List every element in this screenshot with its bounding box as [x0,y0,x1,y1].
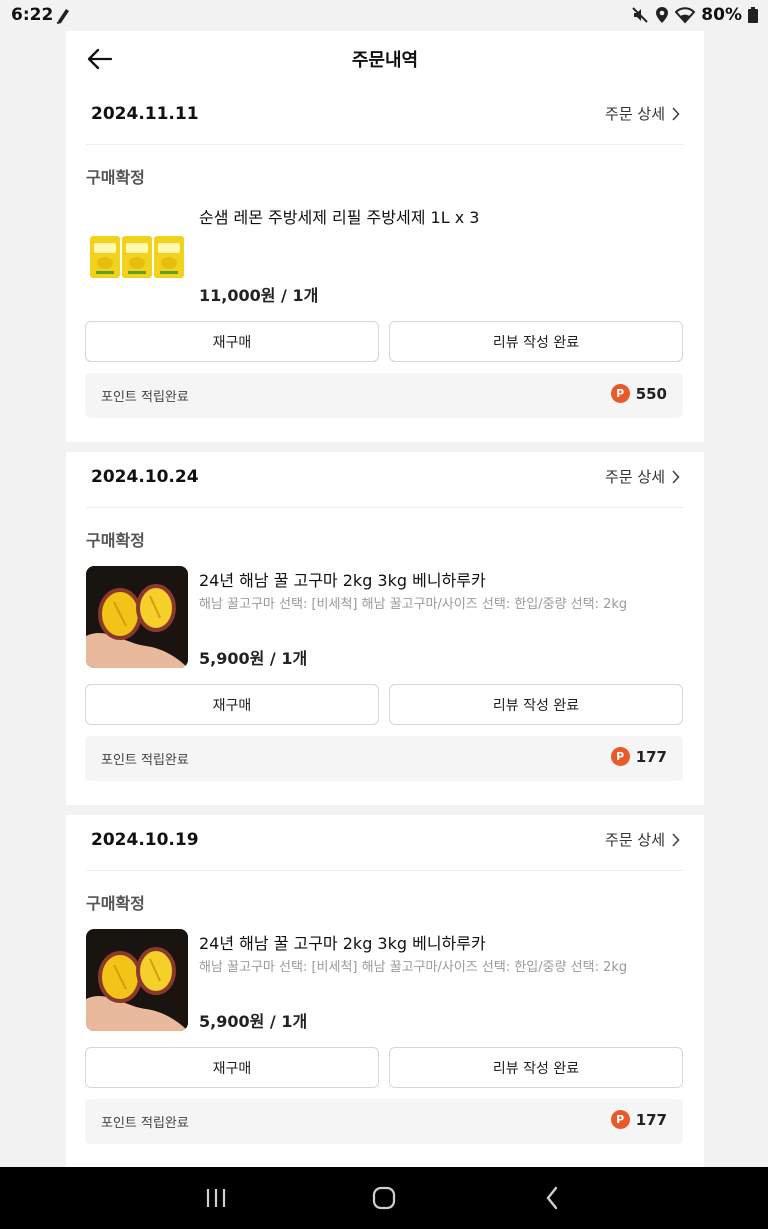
order-detail-label: 주문 상세 [605,468,665,486]
order-detail-label: 주문 상세 [605,831,665,849]
home-button[interactable] [369,1185,399,1211]
battery-percent: 80% [701,5,742,25]
rebuy-button[interactable]: 재구매 [85,684,379,725]
product-name[interactable]: 순샘 레몬 주방세제 리필 주방세제 1L x 3 [199,204,479,228]
order-date: 2024.11.11 [91,104,199,124]
points-amount: P 550 [610,384,667,403]
point-coin-icon: P [610,747,630,766]
points-label: 포인트 적립완료 [101,753,189,768]
points-amount: P 177 [610,1110,667,1129]
battery-icon [748,7,758,23]
order-header: 2024.10.19 주문 상세 [86,815,684,871]
status-icons: 80% [631,4,758,26]
recent-apps-button[interactable] [201,1185,231,1211]
product-option: 해남 꿀고구마 선택: [비세척] 해남 꿀고구마/사이즈 선택: 한입/중량 … [199,597,628,612]
points-value: 550 [635,384,667,403]
nav-back-icon [546,1186,558,1210]
location-icon [655,6,669,24]
points-value: 177 [635,747,667,766]
points-amount: P 177 [610,747,667,766]
notification-pen-icon [55,6,71,24]
order-detail-link[interactable]: 주문 상세 [605,466,680,487]
points-value: 177 [635,1110,667,1129]
order-status: 구매확정 [86,894,145,913]
points-label: 포인트 적립완료 [101,1116,189,1131]
chevron-right-icon [672,832,680,847]
status-bar: 6:22 80% [0,0,768,31]
points-label: 포인트 적립완료 [101,390,189,405]
order-header: 2024.10.24 주문 상세 [86,452,684,508]
chevron-right-icon [672,469,680,484]
order-history-page: 주문내역 2024.11.11 주문 상세 구매확정 순샘 레몬 주방세제 리필… [66,31,704,1167]
page-title: 주문내역 [351,50,419,71]
points-bar: 포인트 적립완료 P 177 [85,736,683,781]
order-card: 2024.10.19 주문 상세 구매확정 24년 해남 꿀 고구마 2kg 3… [66,815,704,1167]
order-detail-link[interactable]: 주문 상세 [605,103,680,124]
product-price: 11,000원 / 1개 [199,286,319,305]
review-done-button[interactable]: 리뷰 작성 완료 [389,321,683,362]
product-price: 5,900원 / 1개 [199,649,308,668]
order-detail-label: 주문 상세 [605,105,665,123]
system-nav-bar [0,1167,768,1229]
product-option: 해남 꿀고구마 선택: [비세척] 해남 꿀고구마/사이즈 선택: 한입/중량 … [199,960,628,975]
points-bar: 포인트 적립완료 P 550 [85,373,683,418]
wifi-icon [675,6,696,24]
product-image[interactable] [86,566,188,668]
order-card: 2024.11.11 주문 상세 구매확정 순샘 레몬 주방세제 리필 주방세제… [66,89,704,442]
rebuy-button[interactable]: 재구매 [85,321,379,362]
point-coin-icon: P [610,1110,630,1129]
app-header: 주문내역 [66,31,704,89]
order-card: 2024.10.24 주문 상세 구매확정 24년 해남 꿀 고구마 2kg 3… [66,452,704,805]
recent-apps-icon [206,1189,226,1207]
order-date: 2024.10.19 [91,830,199,850]
order-header: 2024.11.11 주문 상세 [86,89,684,145]
order-status: 구매확정 [86,168,145,187]
product-price: 5,900원 / 1개 [199,1012,308,1031]
mute-icon [631,6,649,24]
product-name[interactable]: 24년 해남 꿀 고구마 2kg 3kg 베니하루카 [199,567,486,591]
rebuy-button[interactable]: 재구매 [85,1047,379,1088]
order-status: 구매확정 [86,531,145,550]
product-image[interactable] [86,203,188,305]
order-detail-link[interactable]: 주문 상세 [605,829,680,850]
point-coin-icon: P [610,384,630,403]
points-bar: 포인트 적립완료 P 177 [85,1099,683,1144]
nav-back-button[interactable] [537,1185,567,1211]
product-name[interactable]: 24년 해남 꿀 고구마 2kg 3kg 베니하루카 [199,930,486,954]
review-done-button[interactable]: 리뷰 작성 완료 [389,1047,683,1088]
order-date: 2024.10.24 [91,467,199,487]
review-done-button[interactable]: 리뷰 작성 완료 [389,684,683,725]
chevron-right-icon [672,106,680,121]
home-icon [372,1186,396,1210]
status-time: 6:22 [11,5,54,25]
product-image[interactable] [86,929,188,1031]
